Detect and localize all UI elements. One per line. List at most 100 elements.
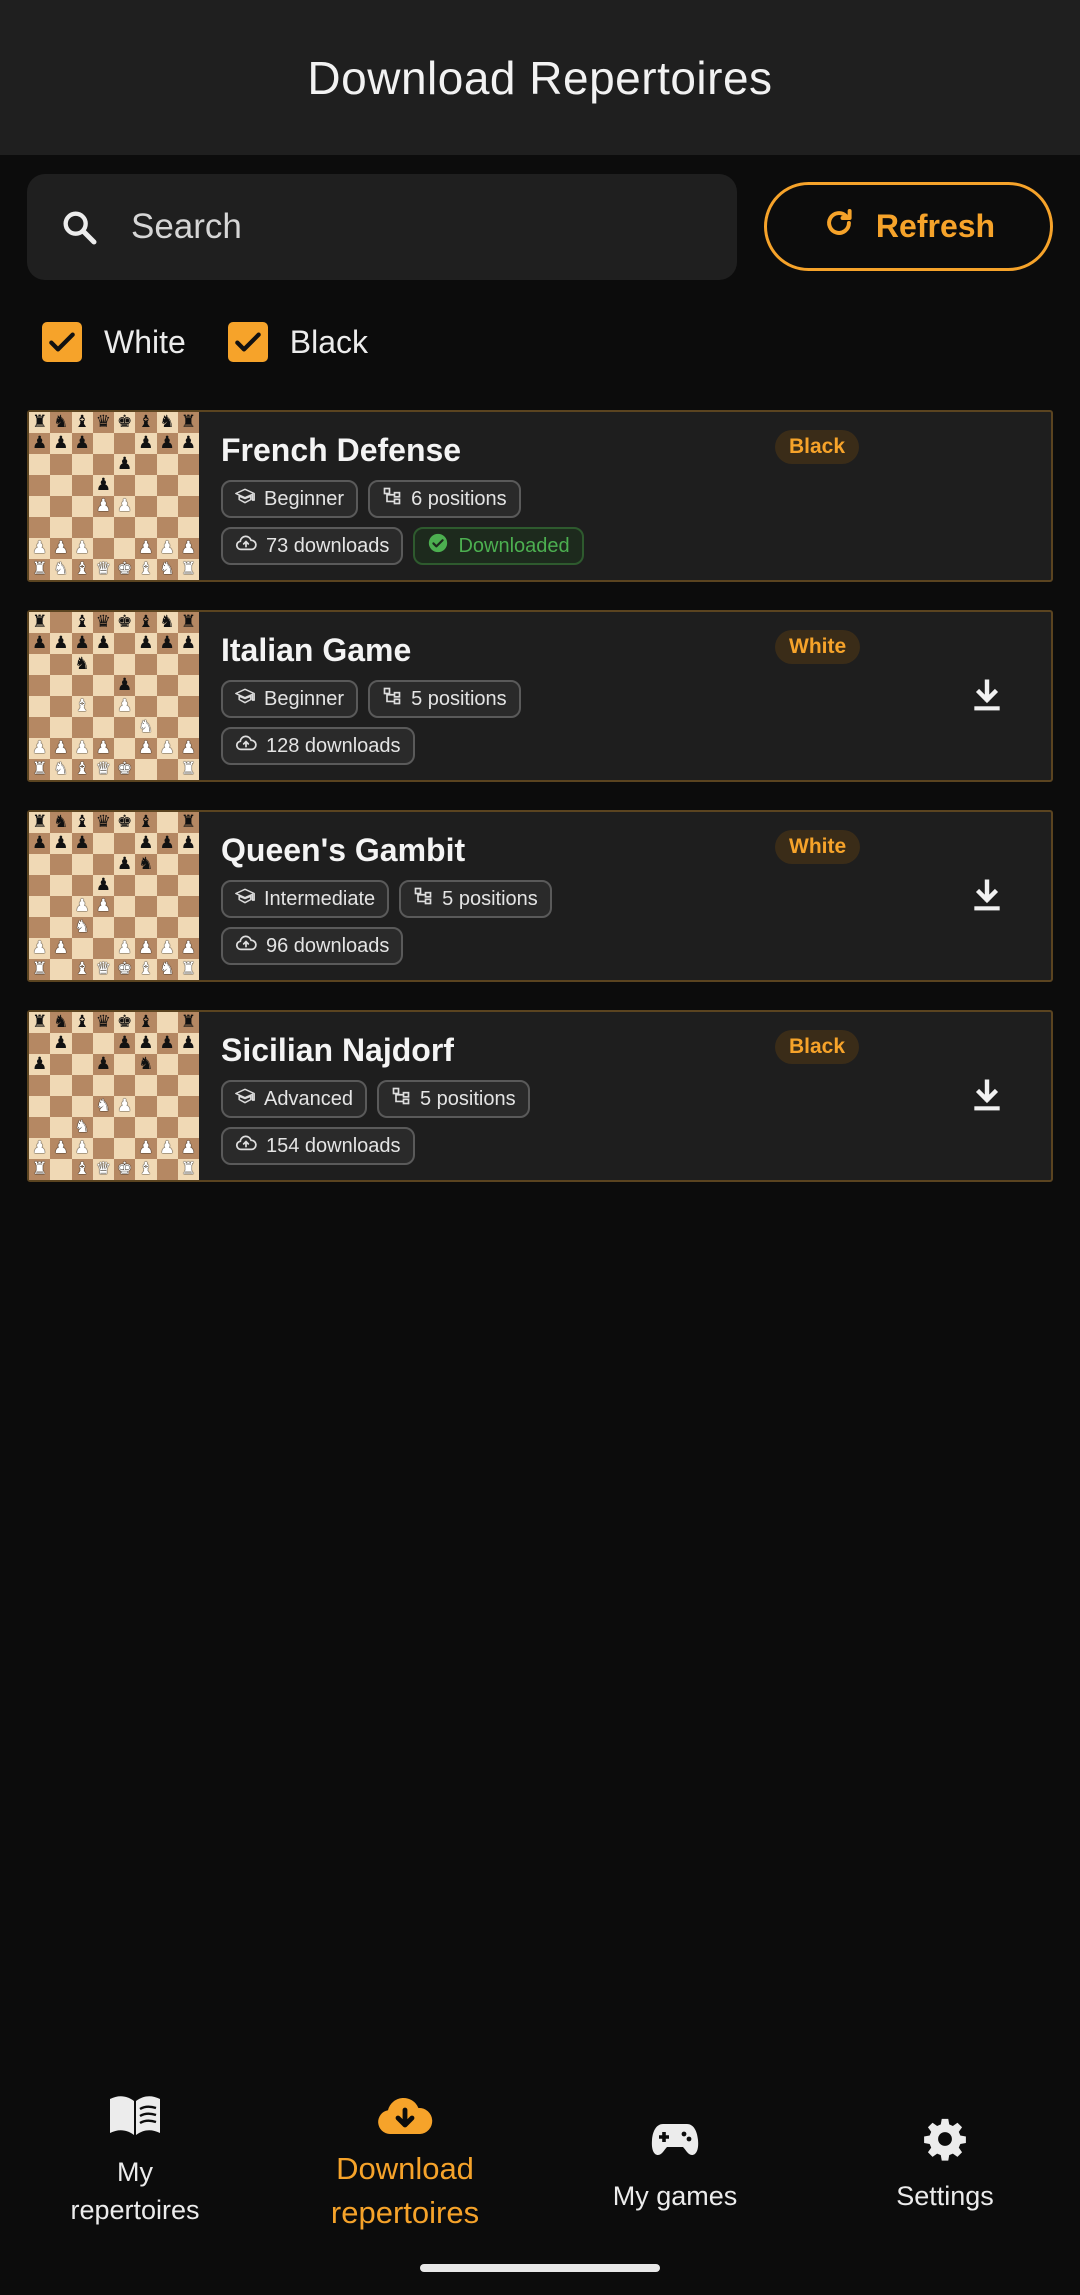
board-square: ♟ — [135, 738, 157, 759]
board-square: ♟ — [50, 833, 72, 854]
chess-piece: ♟ — [53, 938, 69, 958]
board-square: ♜ — [177, 1159, 199, 1180]
chess-piece: ♟ — [159, 938, 175, 958]
board-square: ♝ — [71, 696, 93, 717]
repertoire-card[interactable]: ♜ ♞ ♝ ♛ ♚ ♝ ♞ ♜ ♟ ♟ ♟ ♟ ♟ ♟ ♟ ♟ ♟ ♟ ♟ ♟ ♟ ♟ ♟ ♟ ♜ ♞ ♝ ♛ ♚ ♝ ♞ ♜ French … — [27, 410, 1053, 582]
board-square: ♟ — [71, 633, 93, 654]
repertoire-title: Queen's Gambit — [221, 832, 466, 868]
board-square — [135, 875, 157, 896]
board-square: ♚ — [114, 559, 136, 580]
repertoire-card[interactable]: ♜ ♝ ♛ ♚ ♝ ♞ ♜ ♟ ♟ ♟ ♟ ♟ ♟ ♟ ♞ ♟ ♝ ♟ ♞ ♟ ♟ ♟ ♟ ♟ ♟ ♟ ♜ ♞ ♝ ♛ ♚ ♜ Italian… — [27, 610, 1053, 782]
board-square: ♟ — [114, 854, 136, 875]
chess-piece: ♞ — [53, 812, 69, 832]
download-button[interactable] — [965, 876, 1009, 920]
chess-piece: ♚ — [117, 412, 133, 432]
download-button[interactable] — [965, 676, 1009, 720]
board-square: ♜ — [177, 612, 199, 633]
chess-piece: ♟ — [74, 538, 90, 558]
chess-piece: ♟ — [117, 938, 133, 958]
nav-my-repertoires[interactable]: My repertoires — [0, 2065, 270, 2295]
positions-chip: 5 positions — [399, 880, 552, 918]
chess-piece: ♞ — [159, 612, 175, 632]
board-square — [114, 896, 136, 917]
repertoire-card[interactable]: ♜ ♞ ♝ ♛ ♚ ♝ ♜ ♟ ♟ ♟ ♟ ♟ ♟ ♟ ♞ ♟ ♟ ♟ ♞ ♟ ♟ ♟ ♟ ♟ ♟ ♜ ♝ ♛ ♚ ♝ ♞ ♜ Queen's… — [27, 810, 1053, 982]
level-chip: Beginner — [221, 480, 359, 518]
board-square: ♟ — [29, 1138, 51, 1159]
chess-piece: ♟ — [117, 696, 133, 716]
board-square: ♞ — [156, 412, 178, 433]
chess-piece: ♟ — [159, 633, 175, 653]
board-square — [29, 1117, 51, 1138]
chess-piece: ♞ — [74, 1117, 90, 1137]
nav-settings[interactable]: Settings — [810, 2065, 1080, 2295]
chess-piece: ♞ — [74, 917, 90, 937]
board-square — [114, 517, 136, 538]
positions-chip: 5 positions — [376, 1080, 530, 1118]
board-square — [29, 654, 51, 675]
board-square — [135, 896, 157, 917]
search-input[interactable] — [131, 207, 691, 247]
board-square — [156, 875, 178, 896]
board-square — [156, 812, 178, 833]
download-icon — [968, 677, 1006, 720]
board-square — [50, 475, 72, 496]
chess-piece: ♛ — [95, 1159, 111, 1179]
chess-piece: ♚ — [117, 1012, 133, 1032]
chess-piece: ♟ — [32, 633, 48, 653]
board-square — [29, 454, 51, 475]
chess-piece: ♝ — [138, 812, 154, 832]
board-square: ♞ — [135, 1054, 157, 1075]
board-square — [50, 654, 72, 675]
board-square — [177, 854, 199, 875]
board-square: ♟ — [156, 938, 178, 959]
board-square: ♟ — [92, 875, 114, 896]
board-square: ♞ — [50, 1012, 72, 1033]
refresh-button[interactable]: Refresh — [764, 182, 1053, 271]
board-square: ♞ — [135, 854, 157, 875]
board-thumbnail: ♜ ♞ ♝ ♛ ♚ ♝ ♜ ♟ ♟ ♟ ♟ ♟ ♟ ♟ ♞ ♟ ♟ ♟ ♞ ♟ ♟ ♟ ♟ ♟ ♟ ♜ ♝ ♛ ♚ ♝ ♞ ♜ — [29, 812, 199, 980]
board-square: ♟ — [71, 538, 93, 559]
board-square: ♟ — [114, 496, 136, 517]
gamepad-icon — [651, 2111, 699, 2167]
board-square — [156, 1159, 178, 1180]
board-square: ♟ — [156, 433, 178, 454]
board-square: ♟ — [114, 1033, 136, 1054]
board-square — [177, 875, 199, 896]
chess-piece: ♟ — [32, 538, 48, 558]
board-square: ♟ — [50, 633, 72, 654]
nav-my-games[interactable]: My games — [540, 2065, 810, 2295]
board-square: ♜ — [29, 812, 51, 833]
board-square: ♝ — [71, 759, 93, 780]
chess-piece: ♜ — [180, 812, 196, 832]
chess-piece: ♞ — [138, 1054, 154, 1074]
board-square — [29, 517, 51, 538]
repertoire-card[interactable]: ♜ ♞ ♝ ♛ ♚ ♝ ♜ ♟ ♟ ♟ ♟ ♟ ♟ ♟ ♞ ♞ ♟ ♞ ♟ ♟ ♟ ♟ ♟ ♟ ♜ ♝ ♛ ♚ ♝ ♜ Sicilian … — [27, 1010, 1053, 1182]
board-square — [177, 896, 199, 917]
refresh-label: Refresh — [875, 208, 996, 244]
search-field[interactable] — [27, 174, 737, 280]
board-square — [114, 717, 136, 738]
nav-download-repertoires[interactable]: Download repertoires — [270, 2065, 540, 2295]
board-square — [156, 759, 178, 780]
board-square: ♜ — [177, 559, 199, 580]
board-square: ♟ — [114, 1096, 136, 1117]
board-square — [29, 717, 51, 738]
downloads-chip: 128 downloads — [221, 727, 415, 765]
chess-piece: ♟ — [74, 896, 90, 916]
chess-piece: ♞ — [53, 559, 69, 579]
board-square: ♚ — [114, 412, 136, 433]
filter-black-checkbox[interactable]: Black — [227, 322, 368, 362]
board-square: ♟ — [177, 433, 199, 454]
filter-white-checkbox[interactable]: White — [42, 322, 186, 362]
board-square — [156, 717, 178, 738]
board-square — [50, 717, 72, 738]
download-button[interactable] — [965, 1076, 1009, 1120]
downloads-chip: 154 downloads — [221, 1127, 415, 1165]
chess-piece: ♞ — [159, 559, 175, 579]
chess-piece: ♟ — [159, 1033, 175, 1053]
home-indicator[interactable] — [420, 2264, 660, 2272]
board-square: ♝ — [135, 412, 157, 433]
board-square: ♟ — [114, 938, 136, 959]
board-square: ♛ — [92, 559, 114, 580]
chess-piece: ♟ — [138, 633, 154, 653]
